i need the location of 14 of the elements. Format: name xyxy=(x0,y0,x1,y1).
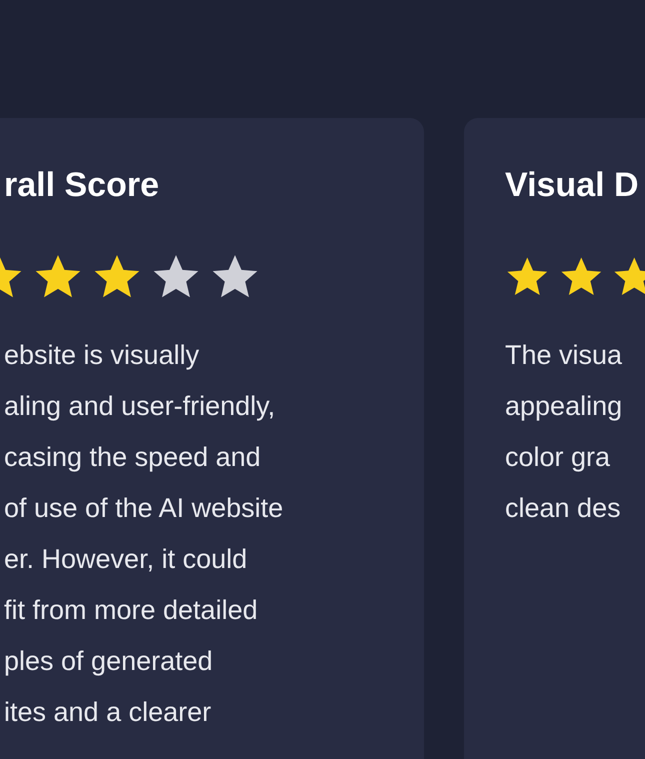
card-title: rall Score xyxy=(4,166,160,206)
review-text-line: casing the speed and xyxy=(4,441,261,474)
review-text-line: er. However, it could xyxy=(4,543,248,576)
review-text-line: aling and user-friendly, xyxy=(4,390,276,423)
review-text-line: of use of the AI website xyxy=(4,492,284,525)
card-title: Visual D xyxy=(505,166,640,206)
review-text-line: ples of generated xyxy=(4,645,213,678)
review-text-line: ebsite is visually xyxy=(4,339,200,372)
review-text-line: clean des xyxy=(505,492,621,525)
review-text-line: color gra xyxy=(505,441,610,474)
review-text-line: The visua xyxy=(505,339,622,372)
review-text-line: fit from more detailed xyxy=(4,594,258,627)
review-text-line: ites and a clearer xyxy=(4,696,212,729)
review-text-line: appealing xyxy=(505,390,622,423)
